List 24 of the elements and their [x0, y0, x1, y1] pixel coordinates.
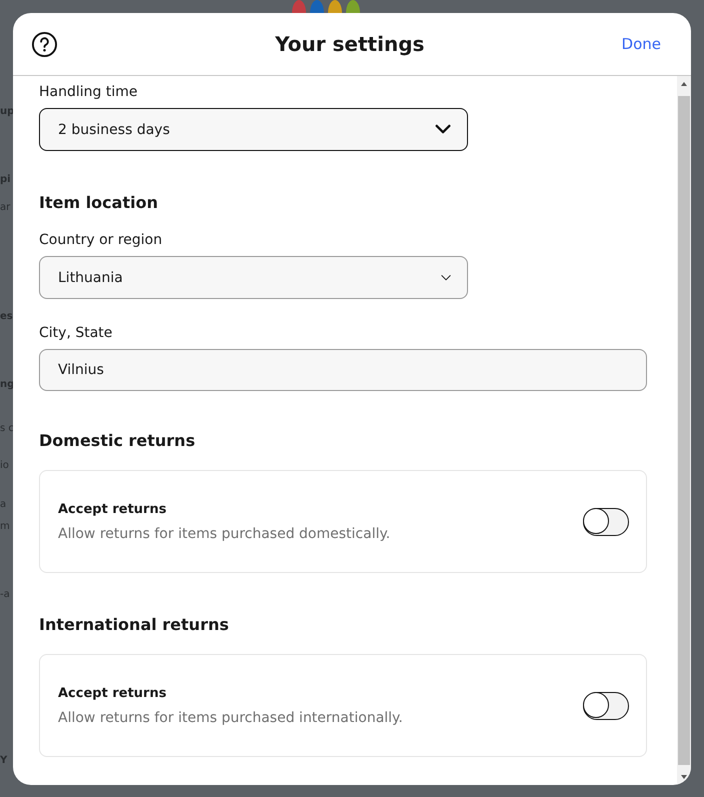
option-title: Accept returns [58, 502, 168, 516]
section-heading: International returns [39, 615, 230, 634]
logo [292, 0, 360, 13]
option-description: Allow returns for items purchased internationally. [58, 710, 403, 726]
option-description: Allow returns for items purchased domestically. [58, 526, 390, 542]
option-title: Accept returns [58, 686, 168, 700]
city-field[interactable]: Vilnius [39, 349, 647, 391]
scroll-down-arrow-icon[interactable] [679, 773, 689, 781]
dropdown[interactable]: 2 business days [39, 108, 468, 151]
done-button[interactable]: Done [622, 35, 661, 53]
dropdown[interactable]: Lithuania [39, 256, 468, 299]
chevron-down-icon [440, 274, 452, 282]
scrollbar[interactable] [677, 76, 691, 785]
help-icon[interactable] [31, 30, 58, 58]
field-label: Handling time [39, 84, 138, 100]
section-heading: Domestic returns [39, 431, 196, 450]
scroll-up-arrow-icon[interactable] [679, 80, 689, 88]
dialog-title: Your settings [274, 32, 426, 56]
field-label: Country or region [39, 232, 164, 248]
toggle-switch[interactable] [583, 508, 629, 536]
field-label: City, State [39, 325, 114, 341]
chevron-down-icon [434, 124, 452, 135]
section-heading: Item location [39, 193, 159, 212]
toggle-switch[interactable] [583, 692, 629, 720]
